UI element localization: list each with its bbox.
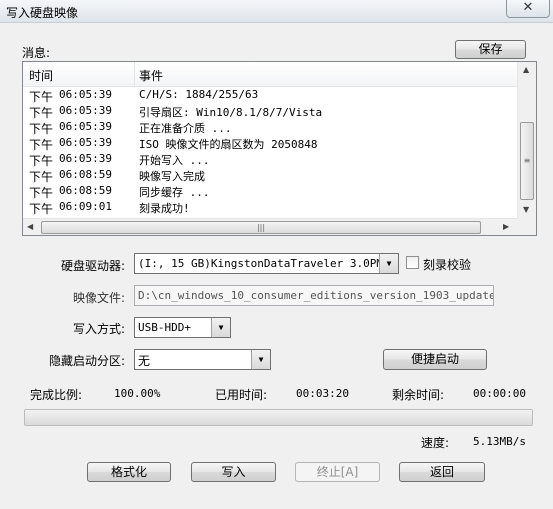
row-time: 06:05:39 [59, 88, 112, 101]
image-file-field[interactable]: D:\cn_windows_10_consumer_editions_versi… [134, 285, 494, 306]
horizontal-scroll-thumb[interactable]: ||| [41, 221, 481, 234]
title-bar: 写入硬盘映像 ✕ [0, 0, 553, 23]
format-button[interactable]: 格式化 [87, 462, 171, 482]
row-time: 06:08:59 [59, 168, 112, 181]
log-row: 下午 06:09:01 刻录成功! [23, 199, 517, 216]
chevron-down-icon[interactable]: ▼ [379, 254, 398, 273]
remaining-value: 00:00:00 [473, 387, 526, 400]
write-button[interactable]: 写入 [191, 462, 276, 482]
log-horizontal-scrollbar[interactable]: ◀ ||| ▶ [23, 218, 517, 235]
burn-verify-checkbox[interactable] [406, 256, 419, 269]
row-event: 映像写入完成 [139, 170, 205, 183]
drive-label: 硬盘驱动器: [61, 259, 126, 273]
drive-select-value: (I:, 15 GB)KingstonDataTraveler 3.0PMAP [138, 257, 397, 270]
log-row: 下午 06:05:39 正在准备介质 ... [23, 119, 517, 136]
log-row: 下午 06:05:39 ISO 映像文件的扇区数为 2050848 [23, 135, 517, 152]
row-event: ISO 映像文件的扇区数为 2050848 [139, 138, 318, 151]
log-row: 下午 06:05:39 引导扇区: Win10/8.1/8/7/Vista [23, 103, 517, 120]
completed-label: 完成比例: [30, 388, 83, 402]
speed-value: 5.13MB/s [473, 435, 526, 448]
row-time: 06:08:59 [59, 184, 112, 197]
row-event: 刻录成功! [139, 202, 190, 215]
column-divider [134, 62, 135, 86]
hidden-partition-select[interactable]: 无 ▼ [134, 349, 271, 370]
write-method-value: USB-HDD+ [138, 321, 191, 334]
remaining-label: 剩余时间: [392, 388, 445, 402]
close-icon: ✕ [522, 0, 534, 15]
messages-label: 消息: [22, 46, 51, 60]
back-button[interactable]: 返回 [399, 462, 485, 482]
scroll-down-icon[interactable]: ▼ [523, 205, 529, 214]
elapsed-value: 00:03:20 [296, 387, 349, 400]
log-row: 下午 06:05:39 开始写入 ... [23, 151, 517, 168]
row-event: 同步缓存 ... [139, 186, 210, 199]
row-time: 06:05:39 [59, 152, 112, 165]
column-header-event[interactable]: 事件 [139, 67, 163, 84]
save-button[interactable]: 保存 [455, 40, 526, 59]
row-event: C/H/S: 1884/255/63 [139, 88, 259, 101]
log-row: 下午 06:08:59 映像写入完成 [23, 167, 517, 184]
quick-boot-button[interactable]: 便捷启动 [383, 349, 487, 370]
hidden-partition-label: 隐藏启动分区: [49, 354, 126, 368]
vertical-scroll-thumb[interactable]: ≡ [520, 122, 534, 200]
completed-value: 100.00% [114, 387, 161, 400]
log-header: 时间 事件 [23, 62, 517, 87]
image-file-path: D:\cn_windows_10_consumer_editions_versi… [138, 289, 494, 302]
drive-select[interactable]: (I:, 15 GB)KingstonDataTraveler 3.0PMAP … [134, 253, 399, 274]
row-event: 开始写入 ... [139, 154, 210, 167]
row-event: 引导扇区: Win10/8.1/8/7/Vista [139, 106, 323, 119]
log-row: 下午 06:05:39 C/H/S: 1884/255/63 [23, 87, 517, 104]
write-method-select[interactable]: USB-HDD+ ▼ [134, 317, 231, 338]
row-time: 06:09:01 [59, 200, 112, 213]
chevron-down-icon[interactable]: ▼ [251, 350, 270, 369]
column-header-time[interactable]: 时间 [29, 67, 53, 84]
write-progress-bar [24, 409, 533, 426]
close-button[interactable]: ✕ [506, 0, 550, 18]
scroll-left-icon[interactable]: ◀ [27, 222, 33, 231]
log-row: 下午 06:08:59 同步缓存 ... [23, 183, 517, 200]
chevron-down-icon[interactable]: ▼ [211, 318, 230, 337]
abort-button: 终止[A] [295, 462, 380, 482]
row-time: 06:05:39 [59, 104, 112, 117]
row-time: 06:05:39 [59, 136, 112, 149]
log-vertical-scrollbar[interactable]: ▲ ≡ ▼ [517, 62, 536, 218]
write-method-label: 写入方式: [73, 322, 126, 336]
speed-label: 速度: [421, 436, 450, 450]
message-log-list[interactable]: 时间 事件 下午 06:05:39 C/H/S: 1884/255/63 下午 … [22, 61, 537, 236]
scroll-corner [517, 218, 536, 235]
elapsed-label: 已用时间: [215, 388, 268, 402]
progress-fill [25, 410, 532, 425]
write-disk-image-dialog: 写入硬盘映像 ✕ 消息: 保存 时间 事件 下午 06:05:39 C/H/S:… [0, 0, 553, 509]
window-title: 写入硬盘映像 [6, 6, 79, 20]
image-file-label: 映像文件: [73, 291, 126, 305]
row-event: 正在准备介质 ... [139, 122, 232, 135]
row-time: 06:05:39 [59, 120, 112, 133]
hidden-partition-value: 无 [138, 354, 151, 368]
burn-verify-label[interactable]: 刻录校验 [423, 256, 471, 273]
scroll-right-icon[interactable]: ▶ [503, 222, 509, 231]
row-ampm: 下午 [29, 202, 54, 216]
scroll-up-icon[interactable]: ▲ [523, 65, 529, 74]
